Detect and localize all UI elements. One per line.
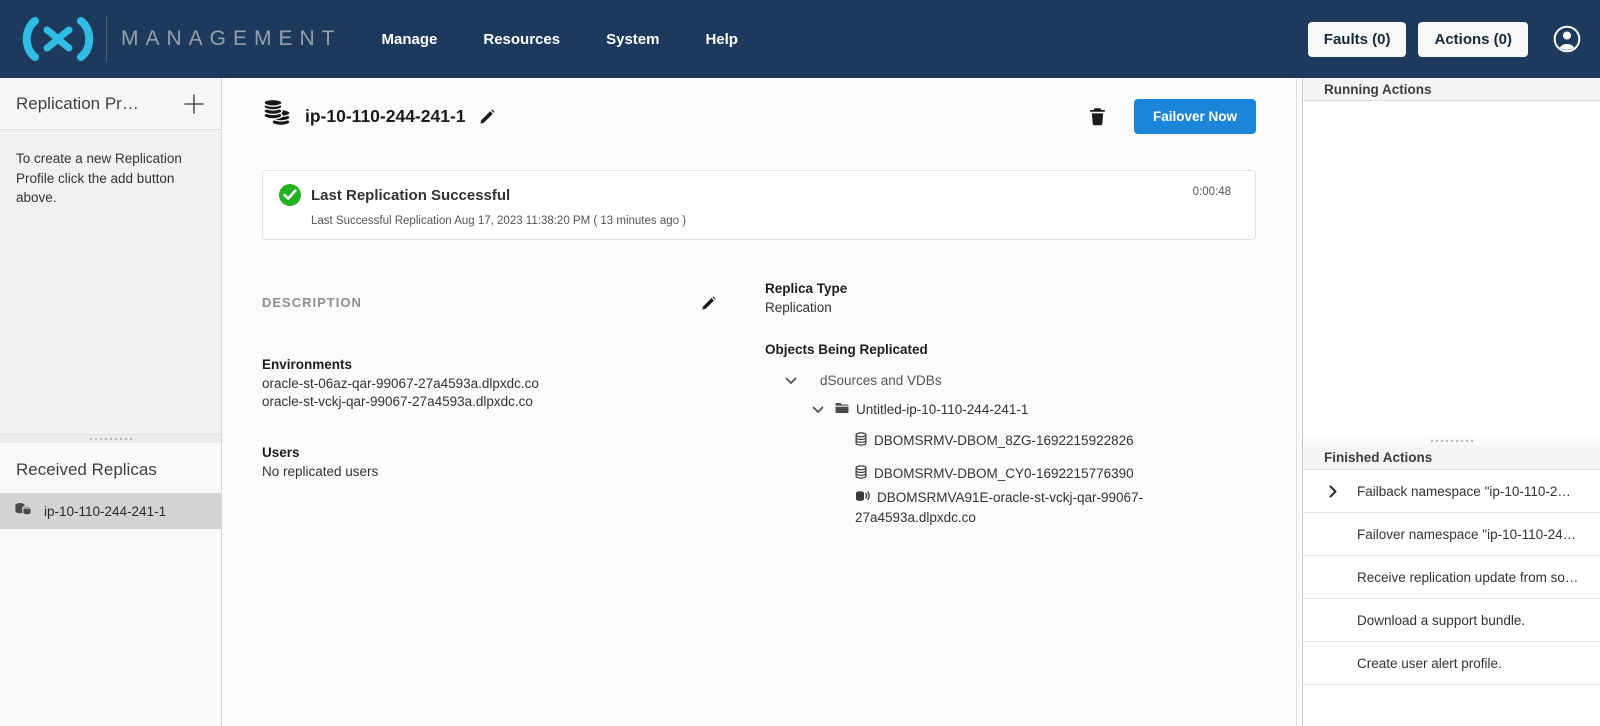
environment-value: oracle-st-06az-qar-99067-27a4593a.dlpxdc… [262, 375, 765, 393]
actions-resize-handle[interactable] [1303, 436, 1600, 445]
received-replicas-section: Received Replicas ip-10-110-244-2 [0, 443, 221, 726]
drag-handle-icon [89, 436, 133, 442]
finished-action-item[interactable]: Failback namespace "ip-10-110-2… [1303, 470, 1600, 513]
users-label: Users [262, 445, 765, 460]
topbar-right-group: Faults (0) Actions (0) [1308, 22, 1582, 57]
faults-button[interactable]: Faults (0) [1308, 22, 1407, 57]
replication-status-card: Last Replication Successful 0:00:48 Last… [262, 170, 1256, 240]
delete-replica-button[interactable] [1089, 107, 1106, 126]
status-duration: 0:00:48 [1193, 186, 1231, 198]
nav-manage[interactable]: Manage [382, 31, 438, 48]
objects-being-replicated-label: Objects Being Replicated [765, 342, 1256, 357]
replica-type-value: Replication [765, 299, 1256, 317]
header-actions-group: Failover Now [1089, 99, 1256, 134]
tree-leaf-vdb[interactable]: DBOMSRMV-DBOM_CY0-1692215776390 [855, 465, 1155, 485]
received-replica-item[interactable]: ip-10-110-244-241-1 [0, 493, 221, 529]
tree-leaf-dsource[interactable]: DBOMSRMVA91E-oracle-st-vckj-qar-99067-27… [855, 489, 1155, 526]
description-label: DESCRIPTION [262, 295, 362, 310]
replica-type-label: Replica Type [765, 281, 1256, 296]
page-layout: Replication Pr… To create a new Replicat… [0, 78, 1600, 726]
actions-sidebar: Running Actions Finished Actions Failbac… [1296, 78, 1600, 726]
finished-action-item[interactable]: Create user alert profile. [1303, 642, 1600, 685]
replica-details: DESCRIPTION Environments oracle-st-06az-… [262, 281, 1256, 526]
database-icon [855, 465, 867, 485]
details-right-column: Replica Type Replication Objects Being R… [765, 281, 1256, 526]
tree-leaf-label: DBOMSRMV-DBOM_CY0-1692215776390 [874, 466, 1134, 481]
profiles-hint-text: To create a new Replication Profile clic… [0, 130, 221, 227]
status-card-row: Last Replication Successful 0:00:48 [279, 184, 1231, 206]
finished-action-item[interactable]: Failover namespace "ip-10-110-24… [1303, 513, 1600, 556]
chevron-right-icon[interactable] [1329, 485, 1337, 498]
finished-action-label: Failback namespace "ip-10-110-2… [1357, 484, 1571, 499]
sidebar-spacer [0, 227, 221, 434]
main-menu: Manage Resources System Help [382, 31, 738, 48]
nav-help[interactable]: Help [705, 31, 738, 48]
finished-actions-header: Finished Actions [1303, 445, 1600, 470]
nav-system[interactable]: System [606, 31, 659, 48]
description-row: DESCRIPTION [262, 295, 765, 311]
tree-leaf-label: DBOMSRMV-DBOM_8ZG-1692215922826 [874, 433, 1134, 448]
finished-action-item[interactable]: Receive replication update from so… [1303, 556, 1600, 599]
delphix-logo-icon[interactable] [12, 16, 104, 62]
dsource-icon [855, 489, 870, 509]
users-value: No replicated users [262, 463, 765, 481]
drag-handle-icon [1430, 438, 1474, 444]
running-actions-header: Running Actions [1303, 78, 1600, 101]
running-actions-list [1303, 101, 1600, 436]
divider [106, 16, 107, 62]
status-detail: Last Successful Replication Aug 17, 2023… [311, 215, 1231, 227]
chevron-down-icon[interactable] [812, 402, 824, 417]
actions-button[interactable]: Actions (0) [1418, 22, 1528, 57]
status-title: Last Replication Successful [311, 187, 510, 204]
finished-action-item[interactable]: Download a support bundle. [1303, 599, 1600, 642]
top-navigation-bar: MANAGEMENT Manage Resources System Help … [0, 0, 1600, 78]
environment-value: oracle-st-vckj-qar-99067-27a4593a.dlpxdc… [262, 393, 765, 411]
tree-folder-label: Untitled-ip-10-110-244-241-1 [856, 402, 1028, 417]
nav-resources[interactable]: Resources [483, 31, 560, 48]
edit-title-button[interactable] [479, 108, 496, 125]
database-icon [855, 432, 867, 452]
tree-leaf-label: DBOMSRMVA91E-oracle-st-vckj-qar-99067-27… [855, 490, 1143, 525]
user-avatar-icon[interactable] [1552, 24, 1582, 54]
tree-leaf-vdb[interactable]: DBOMSRMV-DBOM_8ZG-1692215922826 [855, 432, 1155, 452]
finished-action-label: Create user alert profile. [1357, 656, 1502, 671]
namespace-icon [262, 99, 292, 134]
users-field: Users No replicated users [262, 445, 765, 481]
finished-action-label: Download a support bundle. [1357, 613, 1525, 628]
replica-type-field: Replica Type Replication [765, 281, 1256, 317]
success-check-icon [279, 184, 301, 206]
tree-node-untitled-folder[interactable]: Untitled-ip-10-110-244-241-1 [765, 402, 1256, 417]
replication-profiles-header: Replication Pr… [0, 78, 221, 130]
replica-detail-main: ip-10-110-244-241-1 Failover Now [222, 78, 1296, 726]
received-replicas-title: Received Replicas [0, 443, 221, 493]
finished-action-label: Failover namespace "ip-10-110-24… [1357, 527, 1576, 542]
replica-header: ip-10-110-244-241-1 Failover Now [262, 96, 1256, 136]
sidebar-resize-handle[interactable] [0, 434, 221, 443]
page-title: ip-10-110-244-241-1 [305, 106, 466, 127]
actions-panel-tail [1303, 685, 1600, 726]
tree-node-dsources-vdbs[interactable]: dSources and VDBs [765, 373, 1256, 388]
actions-sidebar-inner: Running Actions Finished Actions Failbac… [1302, 78, 1600, 726]
product-name: MANAGEMENT [121, 27, 342, 51]
edit-description-button[interactable] [701, 295, 717, 311]
replica-item-label: ip-10-110-244-241-1 [44, 504, 166, 519]
details-left-column: DESCRIPTION Environments oracle-st-06az-… [262, 281, 765, 526]
add-profile-button[interactable] [183, 93, 205, 115]
replication-sidebar: Replication Pr… To create a new Replicat… [0, 78, 222, 726]
replica-icon [14, 502, 33, 520]
replication-profiles-title: Replication Pr… [16, 94, 139, 114]
environments-field: Environments oracle-st-06az-qar-99067-27… [262, 357, 765, 411]
finished-action-label: Receive replication update from so… [1357, 570, 1578, 585]
failover-now-button[interactable]: Failover Now [1134, 99, 1256, 134]
chevron-down-icon[interactable] [785, 373, 797, 388]
environments-label: Environments [262, 357, 765, 372]
folder-icon [835, 402, 849, 417]
tree-group-label: dSources and VDBs [820, 373, 942, 388]
